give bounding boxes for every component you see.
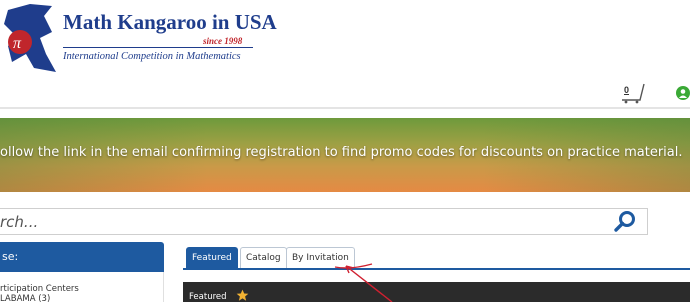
- sidebar-item-alabama[interactable]: LABAMA (3): [0, 294, 50, 302]
- site-logo[interactable]: π Math Kangaroo in USA since 1998 Intern…: [0, 0, 277, 82]
- featured-panel-title: Featured: [189, 292, 227, 302]
- sidebar-header: se:: [0, 242, 164, 272]
- brand-title: Math Kangaroo in USA: [63, 10, 277, 34]
- shopping-cart-icon: [622, 83, 645, 104]
- sidebar-panel: rticipation Centers LABAMA (3): [0, 272, 164, 302]
- tab-catalog[interactable]: Catalog: [240, 247, 287, 268]
- promo-banner: ollow the link in the email confirming r…: [0, 118, 690, 192]
- sidebar-header-label: se:: [2, 250, 19, 263]
- tab-by-invitation[interactable]: By Invitation: [286, 247, 355, 268]
- search-bar: [0, 208, 648, 235]
- pi-kangaroo-logo-icon: π: [4, 4, 56, 72]
- tab-featured[interactable]: Featured: [186, 247, 238, 268]
- svg-text:π: π: [13, 35, 22, 52]
- shopping-cart-button[interactable]: 0: [618, 82, 648, 104]
- brand-tagline: International Competition in Mathematics: [63, 51, 241, 62]
- brand-since: since 1998: [203, 36, 243, 46]
- header-divider: [0, 107, 690, 109]
- sidebar-item-participation-centers[interactable]: rticipation Centers: [0, 284, 79, 294]
- promo-banner-text: ollow the link in the email confirming r…: [0, 145, 683, 160]
- search-input[interactable]: [0, 209, 600, 234]
- featured-panel: Featured: [183, 282, 690, 302]
- search-icon[interactable]: [612, 210, 638, 234]
- user-account-icon[interactable]: [676, 86, 690, 100]
- tabs-underline: [183, 268, 690, 270]
- star-icon: [236, 289, 249, 301]
- brand-divider: [63, 47, 253, 48]
